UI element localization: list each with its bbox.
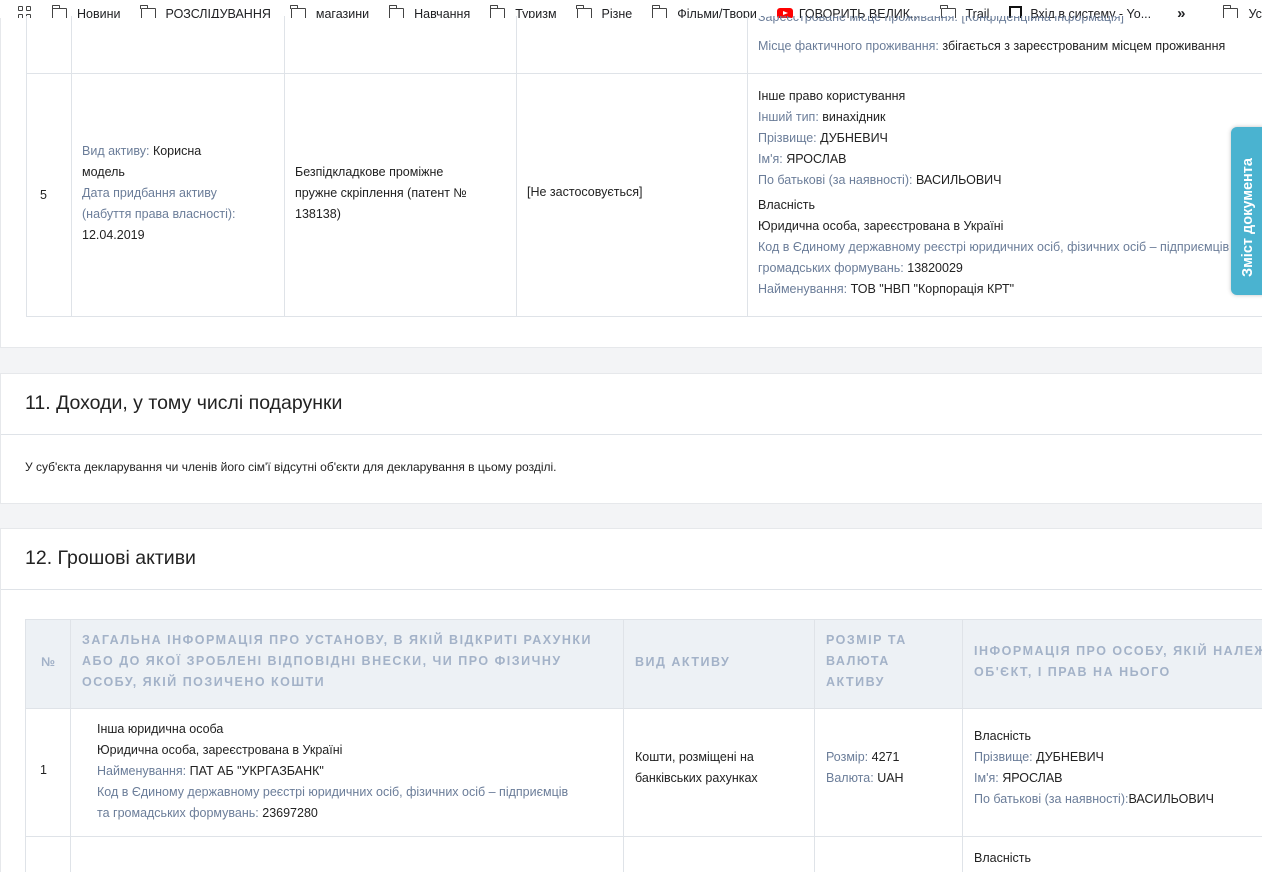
header-owner: ІНФОРМАЦІЯ ПРО ОСОБУ, ЯКІЙ НАЛЕЖИТЬ ОБ'Є… [974, 644, 1262, 679]
row-5-number: 5 [40, 188, 47, 202]
row-5-description: Безпідкладкове проміжне пружне скріпленн… [295, 165, 467, 221]
row-1-asset-type: Кошти, розміщені на банківських рахунках [635, 750, 758, 785]
header-asset-type: ВИД АКТИВУ [635, 655, 731, 669]
section-12-title: 12. Грошові активи [25, 547, 196, 569]
row-1-owner: Власність Прізвище: ДУБНЕВИЧ Ім'я: ЯРОСЛ… [974, 729, 1214, 806]
section-11-empty-text: У суб'єкта декларування чи членів його с… [25, 460, 557, 474]
header-institution: ЗАГАЛЬНА ІНФОРМАЦІЯ ПРО УСТАНОВУ, В ЯКІЙ… [82, 633, 593, 689]
row-5-asset-info: Вид активу: Корисна модель Дата придбанн… [82, 144, 236, 242]
actual-residence: Місце фактичного проживання: збігається … [758, 39, 1226, 53]
row-1-number: 1 [40, 763, 47, 777]
cut-off-text: Зареєстроване місце проживання: [Конфіде… [758, 16, 1125, 24]
section-11-title: 11. Доходи, у тому числі подарунки [25, 392, 343, 414]
header-amount: РОЗМІР ТА ВАЛЮТА АКТИВУ [826, 633, 907, 689]
row-5-rights: Інше право користування Інший тип: винах… [758, 89, 1238, 296]
row-1-institution: Інша юридична особа Юридична особа, заре… [97, 722, 569, 820]
row-1-amount: Розмір: 4271 Валюта: UAH [826, 750, 904, 785]
row-5-note: [Не застосовується] [527, 185, 643, 199]
row-2-owner: Власність [974, 851, 1032, 865]
header-number: № [41, 655, 57, 669]
table-of-contents-tab[interactable]: Зміст документа [1231, 127, 1262, 295]
